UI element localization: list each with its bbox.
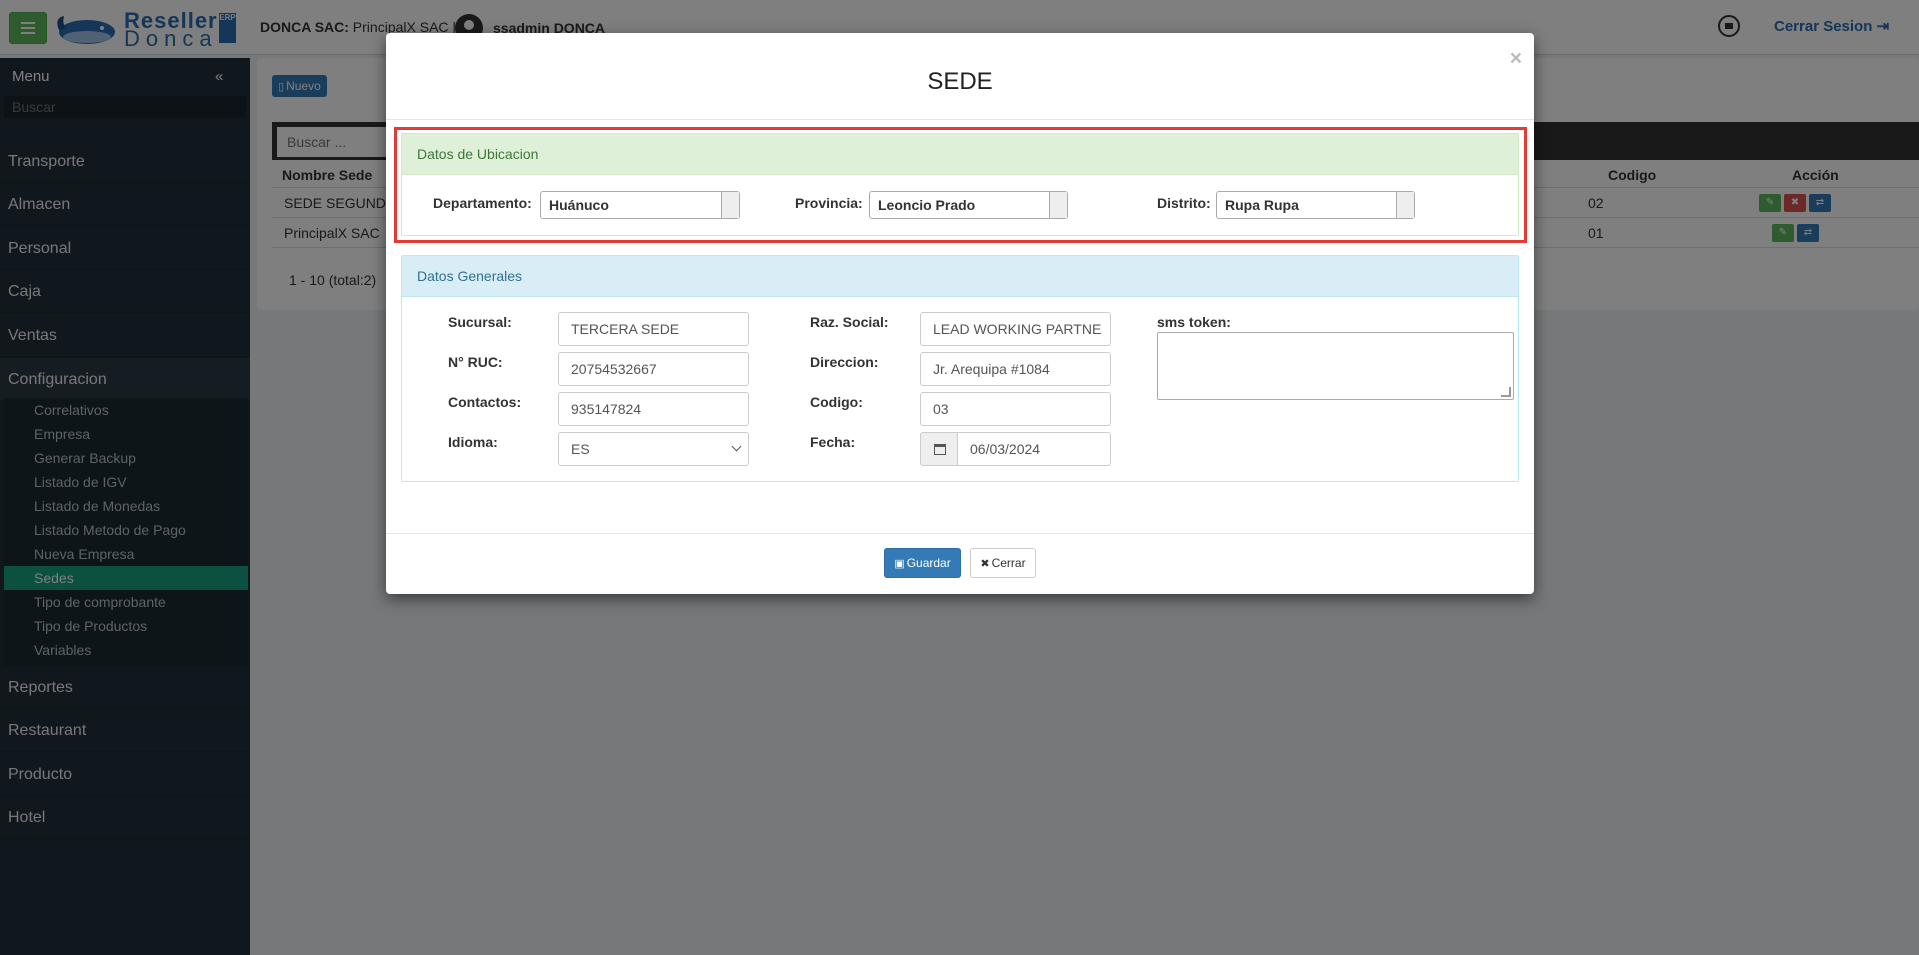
idioma-select[interactable]: ES <box>558 432 749 466</box>
floppy-icon: ▣ <box>894 558 905 570</box>
direccion-label: Direccion: <box>810 354 879 370</box>
generales-heading: Datos Generales <box>402 256 1518 297</box>
sede-modal: × SEDE Datos de Ubicacion Departamento: … <box>386 33 1534 594</box>
modal-title: SEDE <box>927 68 993 95</box>
cancel-button[interactable]: ✖ Cerrar <box>970 548 1036 578</box>
sucursal-label: Sucursal: <box>448 314 512 330</box>
razsocial-label: Raz. Social: <box>810 314 889 330</box>
contactos-input[interactable]: 935147824 <box>558 392 749 426</box>
calendar-icon[interactable] <box>920 432 958 466</box>
sms-token-label: sms token: <box>1157 314 1231 330</box>
ruc-input[interactable]: 20754532667 <box>558 352 749 386</box>
codigo-label: Codigo: <box>810 394 863 410</box>
sms-token-textarea[interactable] <box>1157 332 1514 400</box>
close-icon: ✖ <box>980 558 990 570</box>
fecha-label: Fecha: <box>810 434 856 450</box>
save-button[interactable]: ▣ Guardar <box>884 548 961 578</box>
header-divider <box>386 119 1534 120</box>
razsocial-input[interactable]: LEAD WORKING PARTNE <box>920 312 1111 346</box>
direccion-input[interactable]: Jr. Arequipa #1084 <box>920 352 1111 386</box>
generales-panel: Datos Generales Sucursal: TERCERA SEDE N… <box>401 255 1519 482</box>
idioma-label: Idioma: <box>448 434 498 450</box>
resize-grip-icon[interactable] <box>1501 387 1511 397</box>
contactos-label: Contactos: <box>448 394 522 410</box>
codigo-input[interactable]: 03 <box>920 392 1111 426</box>
ruc-label: N° RUC: <box>448 354 503 370</box>
chevron-down-icon <box>731 441 742 452</box>
highlight-box <box>394 127 1527 243</box>
footer-divider <box>386 533 1534 534</box>
fecha-input[interactable]: 06/03/2024 <box>957 432 1111 466</box>
sucursal-input[interactable]: TERCERA SEDE <box>558 312 749 346</box>
